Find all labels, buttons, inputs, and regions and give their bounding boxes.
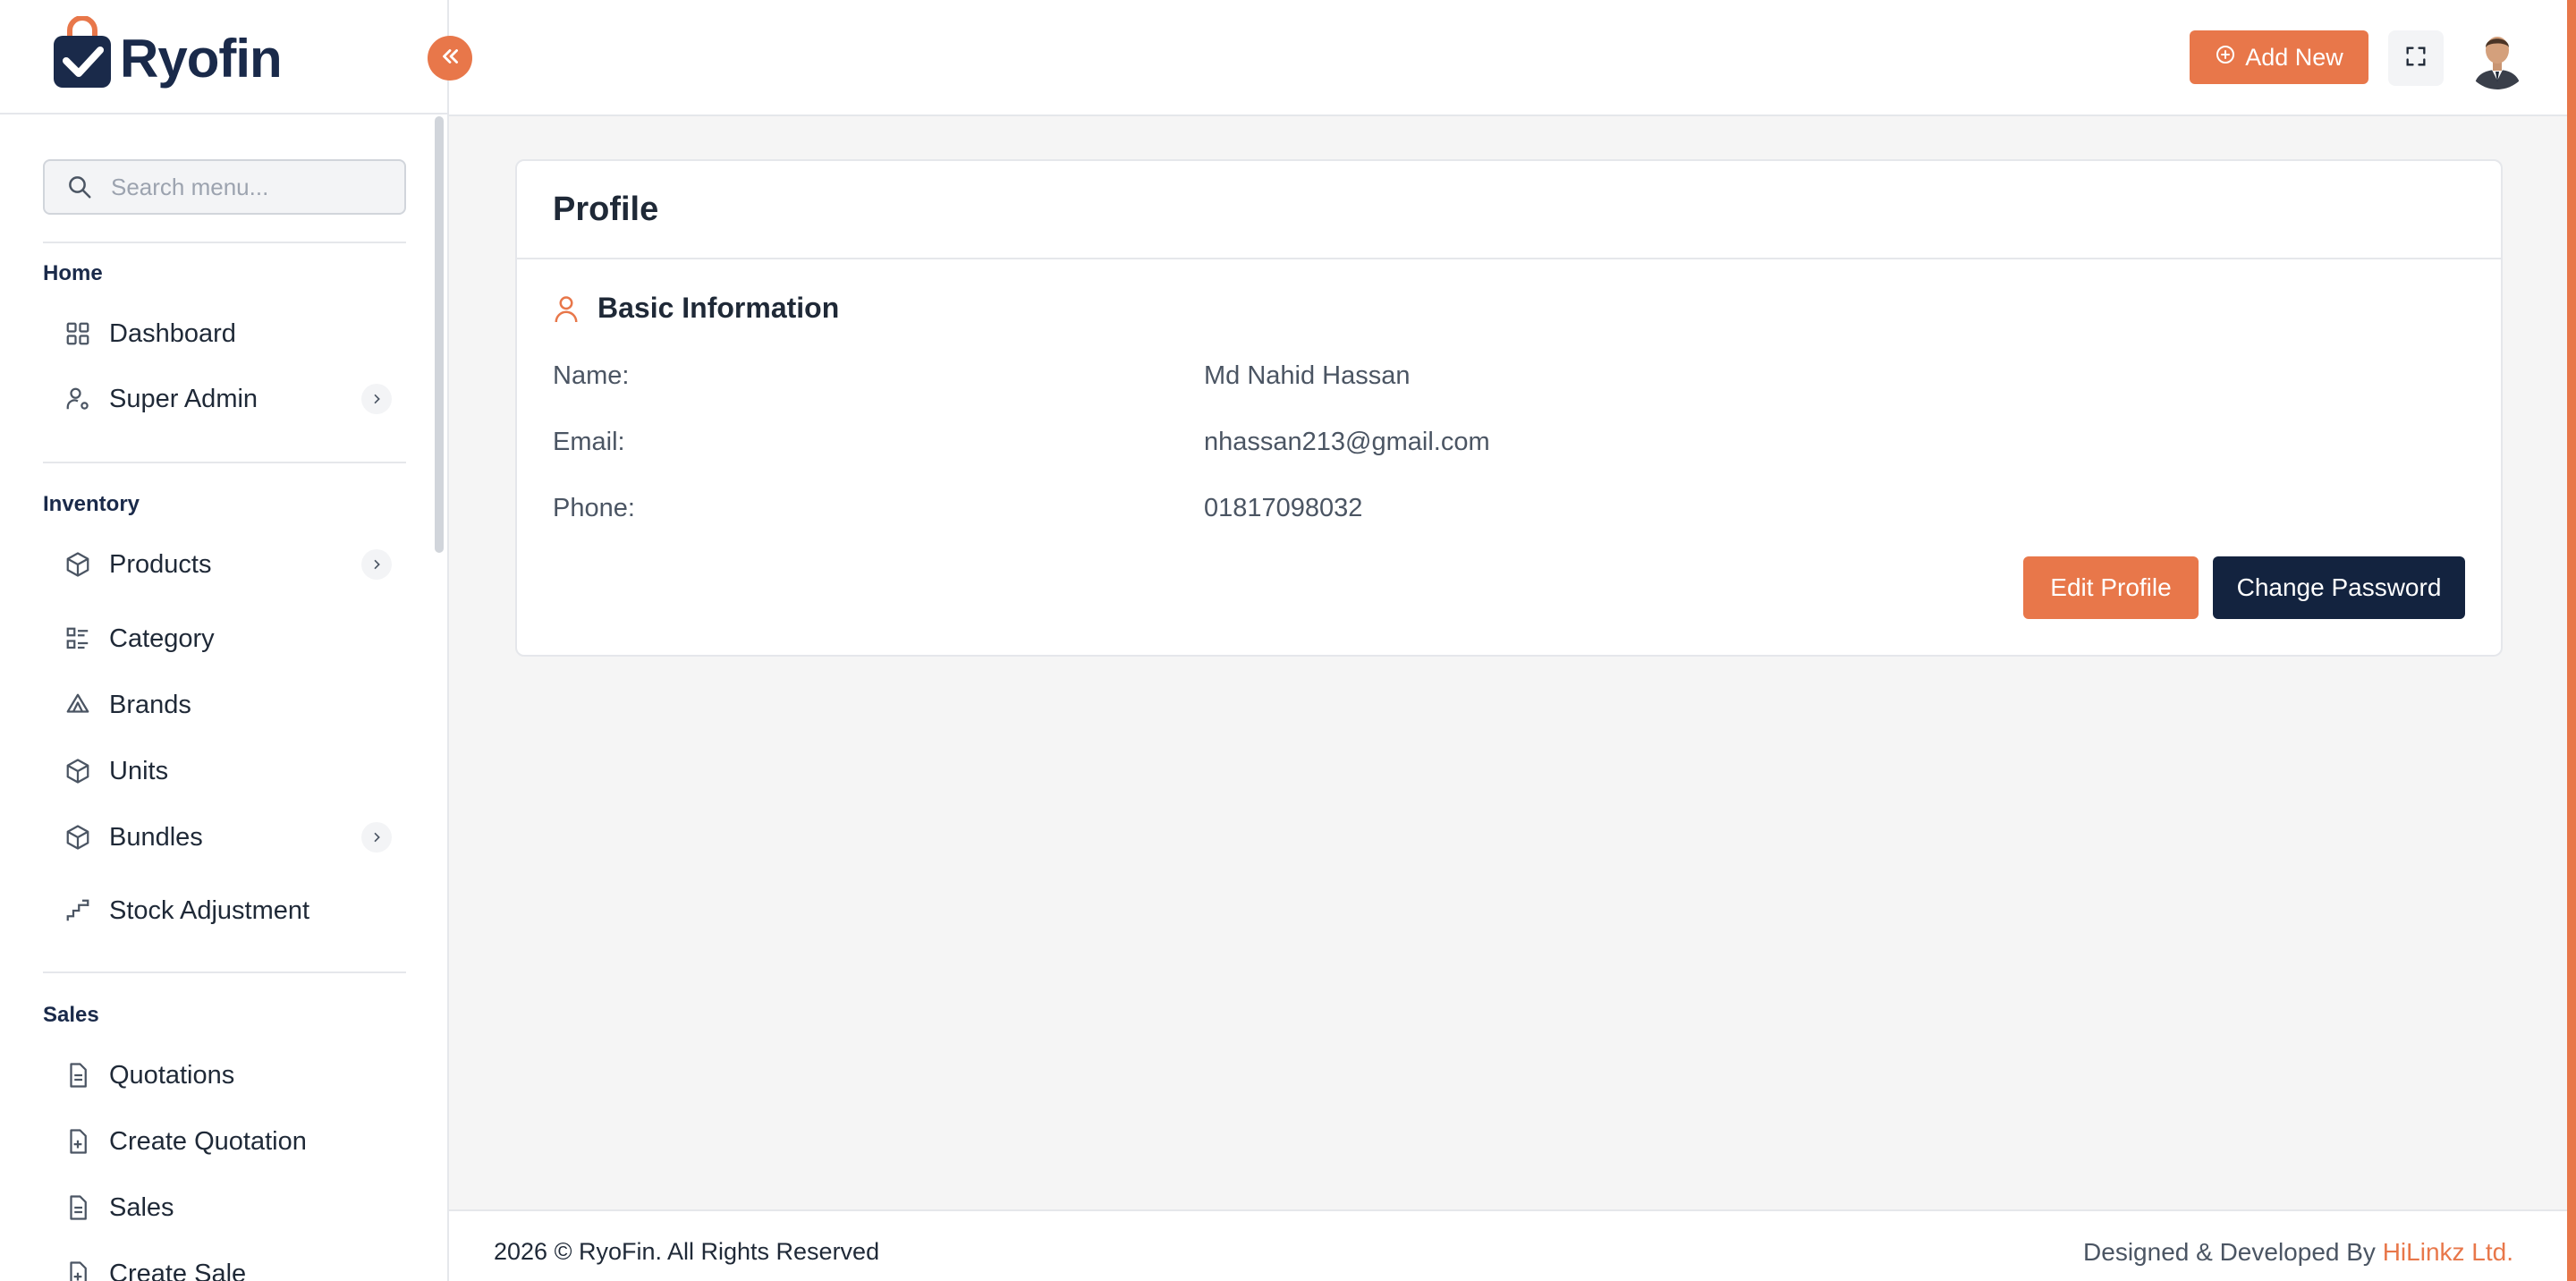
sidebar-item-stock-adjustment[interactable]: Stock Adjustment bbox=[43, 884, 392, 937]
edit-profile-button[interactable]: Edit Profile bbox=[2023, 556, 2199, 619]
sidebar-item-label: Dashboard bbox=[109, 318, 236, 348]
developer-credit: Designed & Developed By HiLinkz Ltd. bbox=[2083, 1238, 2513, 1267]
sidebar-item-label: Bundles bbox=[109, 822, 203, 852]
list-icon bbox=[64, 625, 91, 652]
sidebar-item-label: Create Sale bbox=[109, 1259, 247, 1281]
sidebar-item-label: Quotations bbox=[109, 1060, 235, 1090]
topbar: Add New bbox=[449, 0, 2576, 116]
user-cog-icon bbox=[64, 386, 91, 412]
sidebar-item-category[interactable]: Category bbox=[43, 612, 392, 666]
file-plus-icon bbox=[64, 1128, 91, 1155]
sidebar-item-label: Create Quotation bbox=[109, 1126, 307, 1156]
box-icon bbox=[64, 551, 91, 578]
email-value: nhassan213@gmail.com bbox=[1204, 428, 1490, 456]
avatar[interactable] bbox=[2465, 25, 2529, 89]
email-label: Email: bbox=[553, 428, 625, 456]
phone-label: Phone: bbox=[553, 494, 635, 522]
name-value: Md Nahid Hassan bbox=[1204, 361, 1411, 390]
sidebar-item-label: Units bbox=[109, 756, 169, 785]
fullscreen-button[interactable] bbox=[2388, 30, 2444, 86]
stairs-icon bbox=[64, 897, 91, 924]
sidebar-item-label: Stock Adjustment bbox=[109, 895, 310, 925]
sidebar-item-super-admin[interactable]: Super Admin bbox=[43, 372, 392, 426]
chevron-right-icon[interactable] bbox=[361, 549, 392, 580]
sidebar-scrollbar[interactable] bbox=[435, 116, 444, 553]
section-title: Basic Information bbox=[597, 292, 840, 324]
section-label-sales: Sales bbox=[43, 1003, 99, 1027]
divider bbox=[43, 242, 406, 243]
section-label-home: Home bbox=[43, 261, 103, 285]
sidebar-item-units[interactable]: Units bbox=[43, 744, 392, 798]
profile-card: Profile Basic Information Name: Md Nahid… bbox=[515, 159, 2503, 657]
name-label: Name: bbox=[553, 361, 630, 390]
chevron-right-icon[interactable] bbox=[361, 384, 392, 414]
sidebar-item-products[interactable]: Products bbox=[43, 538, 392, 591]
box-icon bbox=[64, 758, 91, 785]
footer: 2026 © RyoFin. All Rights Reserved Desig… bbox=[449, 1209, 2567, 1281]
search-icon bbox=[66, 174, 93, 200]
shopping-bag-logo-icon bbox=[50, 15, 114, 91]
menu-search[interactable] bbox=[43, 159, 406, 215]
divider bbox=[43, 971, 406, 973]
sidebar-item-create-quotation[interactable]: Create Quotation bbox=[43, 1115, 392, 1168]
sidebar-item-label: Sales bbox=[109, 1192, 174, 1222]
add-new-button[interactable]: Add New bbox=[2190, 30, 2368, 84]
plus-circle-icon bbox=[2215, 44, 2236, 72]
sidebar-item-label: Super Admin bbox=[109, 384, 258, 413]
add-new-label: Add New bbox=[2245, 43, 2343, 71]
sidebar-item-create-sale[interactable]: Create Sale bbox=[43, 1247, 392, 1281]
accent-edge-bar bbox=[2567, 0, 2576, 1281]
brand-area: Ryofin bbox=[0, 0, 447, 115]
sidebar: Ryofin Home Dashboard Super Admin Invent… bbox=[0, 0, 449, 1281]
chevron-right-icon[interactable] bbox=[361, 822, 392, 853]
sidebar-item-label: Products bbox=[109, 549, 212, 579]
developer-link[interactable]: HiLinkz Ltd. bbox=[2383, 1238, 2513, 1266]
file-icon bbox=[64, 1194, 91, 1221]
collapse-sidebar-button[interactable] bbox=[428, 36, 472, 81]
file-icon bbox=[64, 1062, 91, 1089]
phone-value: 01817098032 bbox=[1204, 494, 1363, 522]
divider bbox=[43, 462, 406, 463]
change-password-button[interactable]: Change Password bbox=[2213, 556, 2465, 619]
copyright-text: 2026 © RyoFin. All Rights Reserved bbox=[494, 1238, 880, 1265]
double-chevron-left-icon bbox=[438, 45, 462, 72]
tag-icon bbox=[64, 691, 91, 718]
sidebar-item-sales[interactable]: Sales bbox=[43, 1181, 392, 1234]
file-plus-icon bbox=[64, 1260, 91, 1281]
sidebar-item-label: Brands bbox=[109, 690, 191, 719]
designed-by-prefix: Designed & Developed By bbox=[2083, 1238, 2383, 1266]
profile-card-header: Profile bbox=[517, 161, 2501, 259]
search-input[interactable] bbox=[111, 173, 379, 201]
sidebar-item-dashboard[interactable]: Dashboard bbox=[43, 307, 392, 361]
brand-name: Ryofin bbox=[120, 28, 283, 89]
page-title: Profile bbox=[553, 190, 659, 228]
sidebar-item-quotations[interactable]: Quotations bbox=[43, 1048, 392, 1102]
user-icon bbox=[553, 293, 580, 324]
sidebar-item-bundles[interactable]: Bundles bbox=[43, 810, 392, 864]
sidebar-item-brands[interactable]: Brands bbox=[43, 678, 392, 732]
brand-logo[interactable]: Ryofin bbox=[50, 15, 283, 91]
box-icon bbox=[64, 824, 91, 851]
basic-information-heading: Basic Information bbox=[553, 292, 839, 325]
section-label-inventory: Inventory bbox=[43, 492, 140, 516]
grid-icon bbox=[64, 320, 91, 347]
fullscreen-icon bbox=[2403, 44, 2428, 73]
sidebar-item-label: Category bbox=[109, 624, 215, 653]
